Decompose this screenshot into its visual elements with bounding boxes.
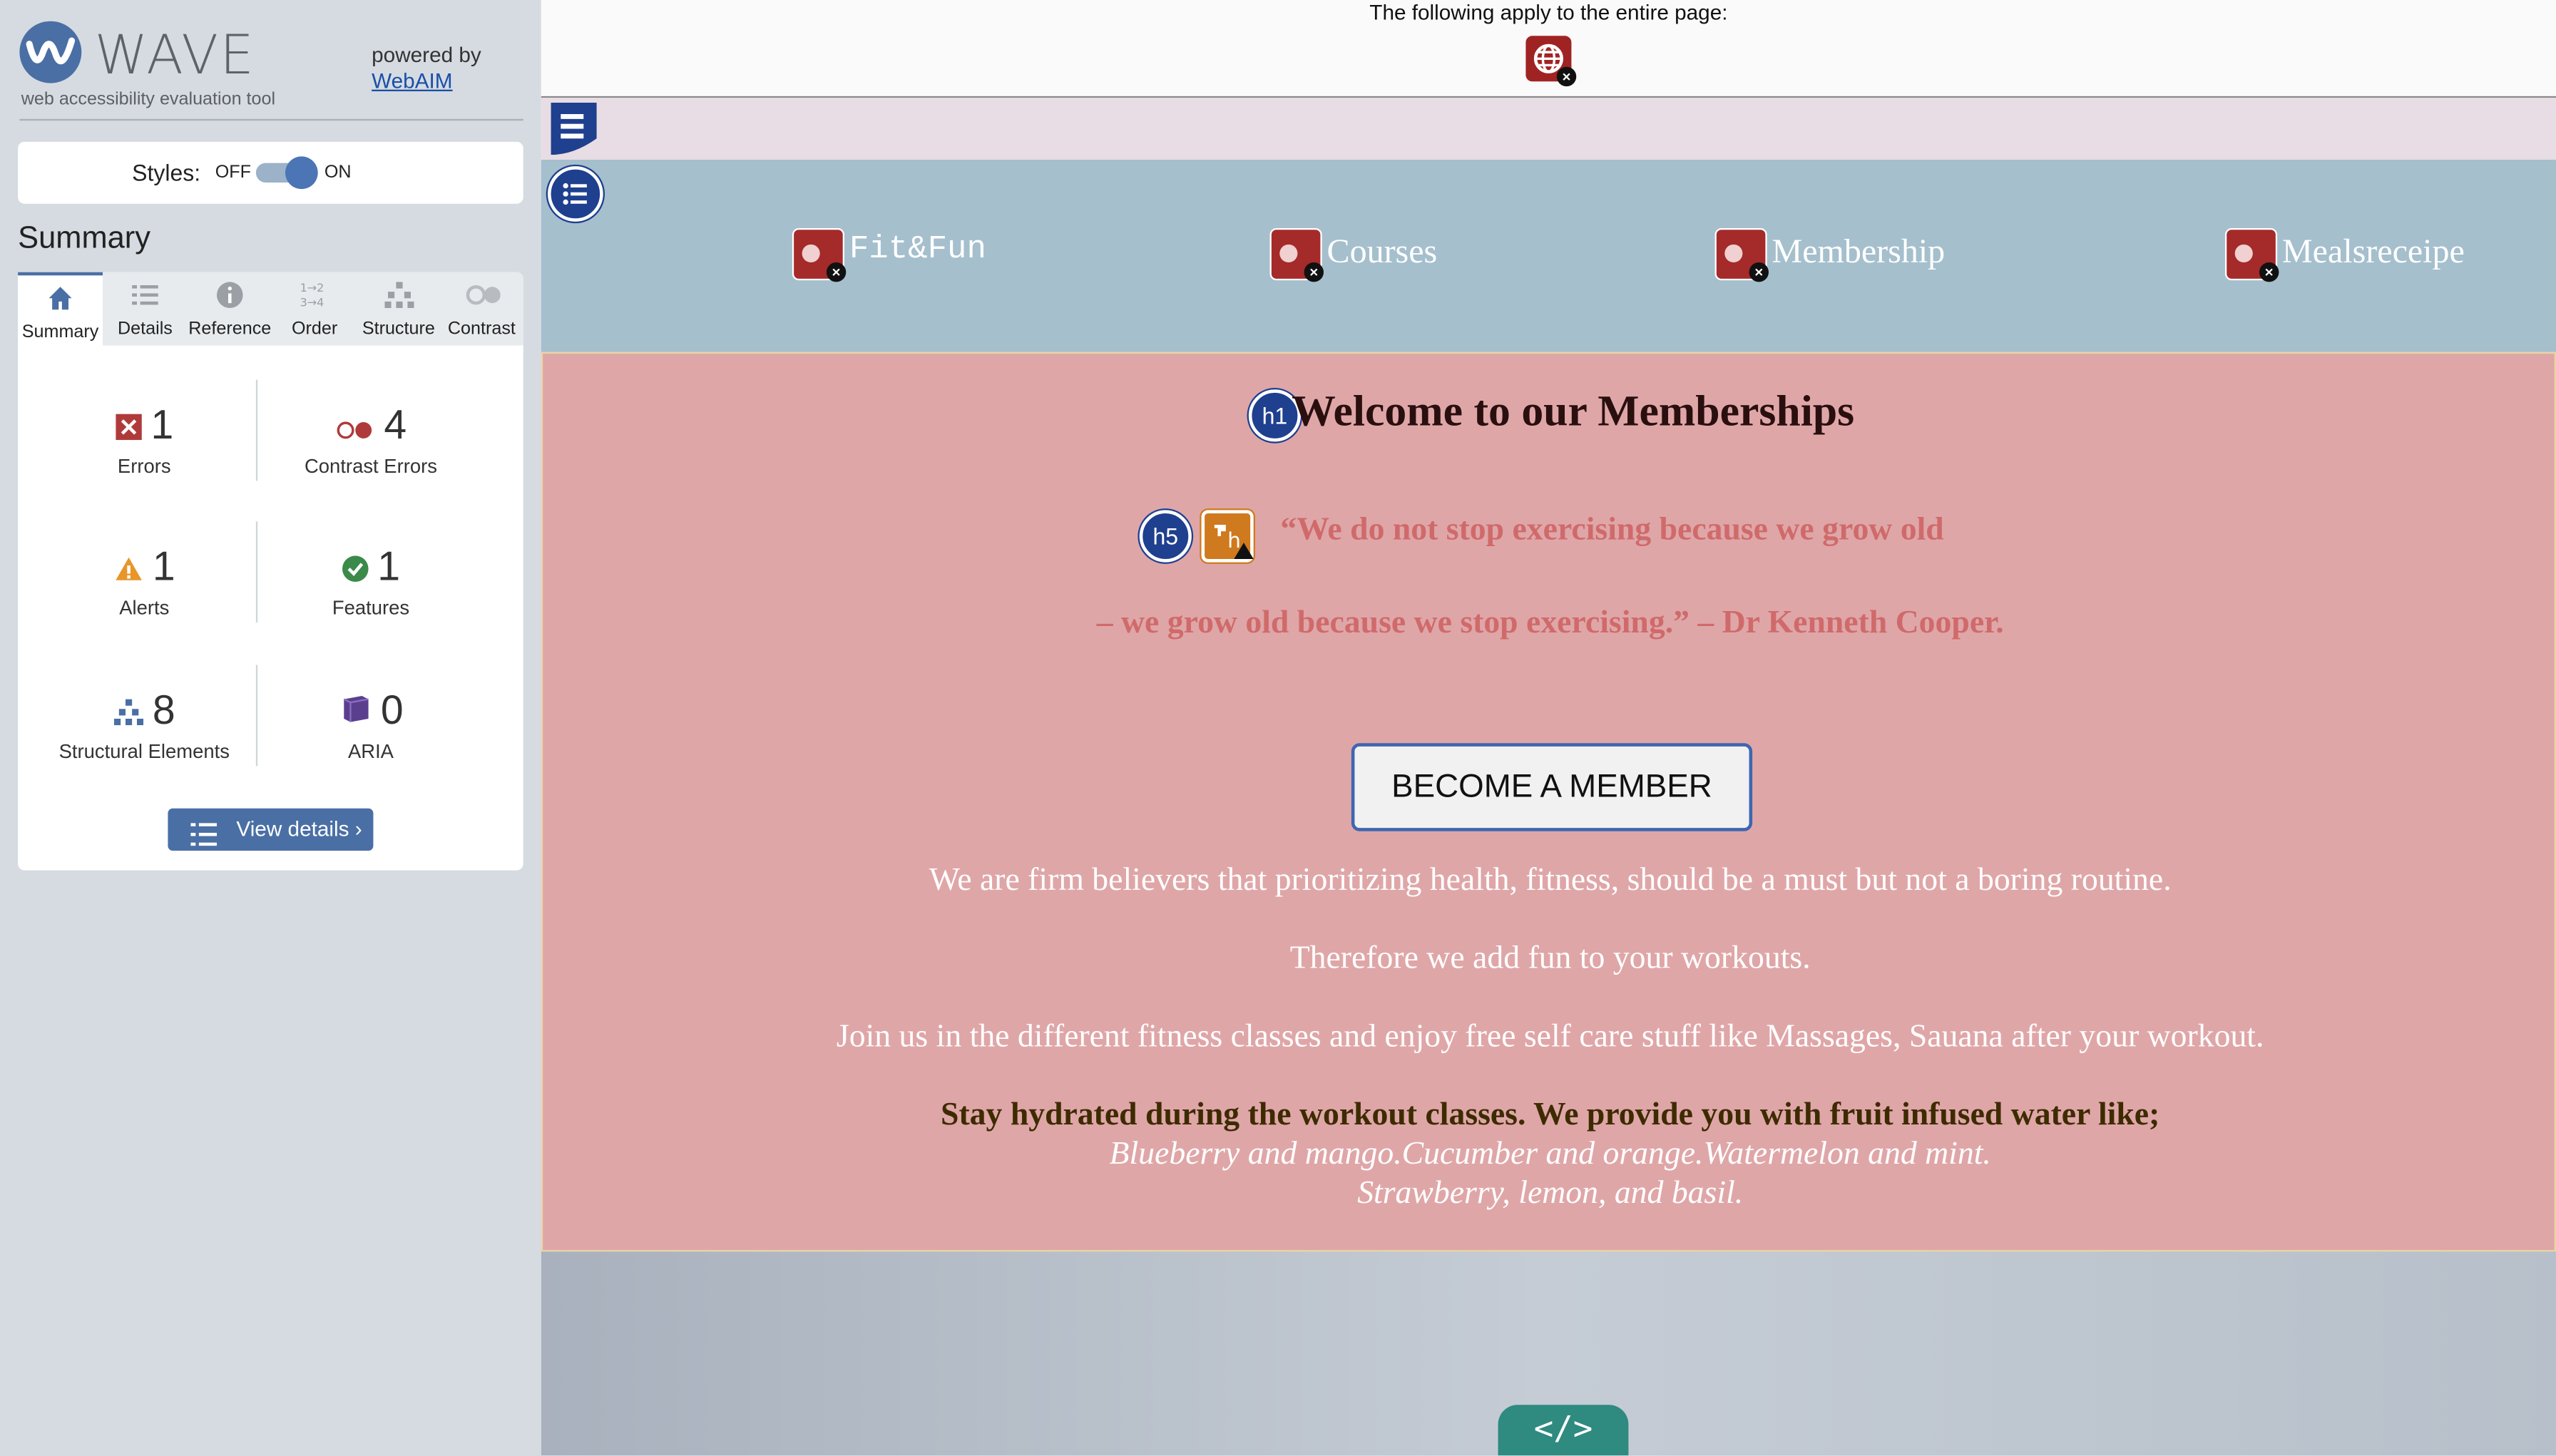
tab-summary-label: Summary <box>21 322 99 342</box>
summary-panel: Summary Details Reference 1→2 3→4 Order S… <box>18 272 523 871</box>
page-level-notice: The following apply to the entire page: … <box>541 0 2556 98</box>
info-icon <box>212 280 247 316</box>
powered-by: powered by WebAIM <box>372 42 481 94</box>
alerts-count: 1 <box>152 544 175 590</box>
tab-contrast-label: Contrast <box>447 319 516 339</box>
stat-contrast-errors[interactable]: 4 Contrast Errors <box>245 403 497 478</box>
list-icon <box>190 818 217 860</box>
tab-structure-label: Structure <box>362 319 435 339</box>
view-details-button[interactable]: View details › <box>168 808 374 851</box>
errors-label: Errors <box>117 454 171 478</box>
stat-alerts[interactable]: 1 Alerts <box>18 544 270 619</box>
view-details-label: View details › <box>236 816 362 841</box>
tab-contrast[interactable]: Contrast <box>440 272 523 346</box>
structural-count: 8 <box>152 687 175 734</box>
home-icon <box>42 284 78 319</box>
membership-hero: h1 Welcome to our Memberships h5 h “We d… <box>541 352 2556 1252</box>
list-icon[interactable] <box>547 166 603 222</box>
structure-icon <box>381 280 416 316</box>
contrast-error-icon: × <box>1714 227 1769 282</box>
aria-cube-icon <box>338 689 371 737</box>
tab-structure[interactable]: Structure <box>357 272 441 346</box>
wave-tagline: web accessibility evaluation tool <box>21 89 276 110</box>
tab-order[interactable]: 1→2 3→4 Order <box>272 272 357 346</box>
tab-summary[interactable]: Summary <box>18 272 103 349</box>
powered-by-text: powered by <box>372 42 481 67</box>
stat-structural[interactable]: 8 Structural Elements <box>18 688 270 763</box>
page-title: Welcome to our Memberships <box>1292 386 1855 436</box>
aria-label: ARIA <box>347 739 394 763</box>
tab-details-label: Details <box>117 319 173 339</box>
nav-item-label: Membership <box>1772 231 1946 271</box>
styles-off-label: OFF <box>215 163 251 183</box>
error-icon <box>115 404 141 451</box>
tab-reference[interactable]: Reference <box>188 272 272 346</box>
webaim-link[interactable]: WebAIM <box>372 68 452 93</box>
page-title-wrap: Welcome to our Memberships <box>543 386 2556 437</box>
contrast-error-icon: × <box>792 227 847 282</box>
contrast-icon <box>464 280 500 316</box>
list-icon <box>127 280 163 316</box>
tab-order-label: Order <box>291 319 338 339</box>
stat-features[interactable]: 1 Features <box>245 544 497 619</box>
tab-reference-label: Reference <box>188 319 272 339</box>
intro-paragraph: We are firm believers that prioritizing … <box>929 862 2172 898</box>
classes-paragraph: Join us in the different fitness classes… <box>836 1018 2264 1055</box>
nav-item-label: Mealsreceipe <box>2281 231 2465 271</box>
aria-count: 0 <box>380 687 404 734</box>
contrast-error-icon <box>335 404 374 451</box>
close-icon: × <box>1556 66 1577 87</box>
become-member-button[interactable]: BECOME A MEMBER <box>1351 743 1753 831</box>
water-list-line-1: Blueberry and mango.Cucumber and orange.… <box>1109 1136 1991 1172</box>
structural-label: Structural Elements <box>58 739 230 763</box>
styles-label: Styles: <box>132 159 201 186</box>
page-header-strip <box>541 98 2556 160</box>
wave-sidebar: WAVE web accessibility evaluation tool p… <box>0 0 541 1456</box>
features-label: Features <box>332 596 410 620</box>
feature-check-icon <box>341 545 368 593</box>
code-toggle-button[interactable]: </> <box>1498 1405 1629 1456</box>
code-icon: </> <box>1533 1408 1593 1447</box>
alert-icon <box>113 545 143 593</box>
errors-count: 1 <box>150 402 174 448</box>
sidebar-divider <box>19 118 523 121</box>
wave-tabs: Summary Details Reference 1→2 3→4 Order S… <box>18 272 523 349</box>
tab-details[interactable]: Details <box>103 272 188 346</box>
styles-toggle-card: Styles: OFF ON <box>18 141 523 204</box>
css-structure-icon[interactable] <box>548 102 600 155</box>
quote-line-1: “We do not stop exercising because we gr… <box>1280 511 1944 548</box>
contrast-error-icon: × <box>2224 227 2279 282</box>
site-navigation: × Fit&Fun × Courses × Membership × Meals… <box>541 159 2556 352</box>
stat-aria[interactable]: 0 ARIA <box>245 687 497 763</box>
contrast-errors-label: Contrast Errors <box>304 454 437 478</box>
nav-item-label: Courses <box>1326 231 1438 271</box>
wave-logo-text: WAVE <box>94 22 256 87</box>
styles-toggle[interactable] <box>255 156 318 190</box>
summary-heading: Summary <box>18 221 150 256</box>
stat-errors[interactable]: 1 Errors <box>18 402 270 478</box>
language-error-icon[interactable]: × <box>1525 36 1577 87</box>
fun-paragraph: Therefore we add fun to your workouts. <box>1289 940 1811 977</box>
evaluated-page: The following apply to the entire page: … <box>541 0 2556 1456</box>
nav-item-label: Fit&Fun <box>849 231 986 270</box>
water-list-line-2: Strawberry, lemon, and basil. <box>1357 1174 1744 1211</box>
quote-line-2: – we grow old because we stop exercising… <box>1096 604 2004 641</box>
alerts-label: Alerts <box>119 596 170 620</box>
styles-on-label: ON <box>324 163 352 183</box>
page-notice-text: The following apply to the entire page: <box>1369 0 1728 25</box>
order-icon: 1→2 3→4 <box>297 280 332 316</box>
wave-logo-icon <box>19 21 82 83</box>
toggle-knob <box>285 156 318 190</box>
svg-text:3→4: 3→4 <box>300 296 324 309</box>
svg-text:1→2: 1→2 <box>300 281 324 294</box>
structure-element-icon <box>113 689 143 737</box>
features-count: 1 <box>377 544 401 590</box>
contrast-error-icon: × <box>1269 227 1324 282</box>
contrast-errors-count: 4 <box>384 402 407 448</box>
hydration-heading: Stay hydrated during the workout classes… <box>941 1097 2160 1133</box>
